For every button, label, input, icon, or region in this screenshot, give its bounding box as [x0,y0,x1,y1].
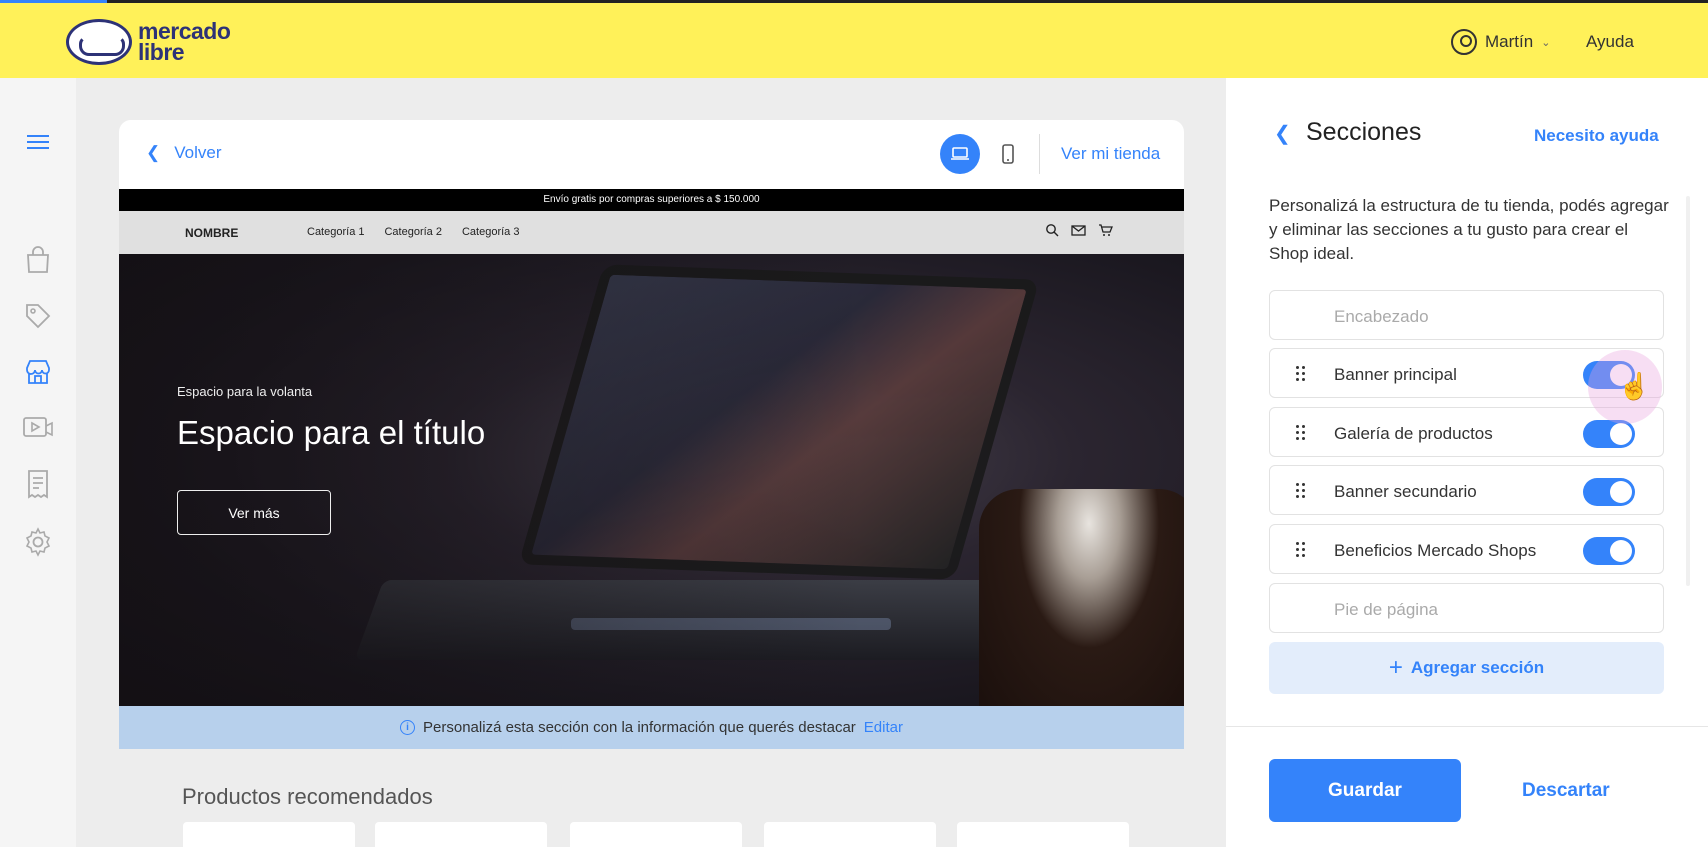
product-card[interactable] [570,822,742,847]
category-link-2[interactable]: Categoría 2 [384,226,441,238]
info-icon: i [400,720,416,735]
user-name: Martín [1485,32,1534,51]
desktop-view-button[interactable] [940,134,980,174]
section-label: Beneficios Mercado Shops [1334,541,1537,560]
menu-icon[interactable] [22,126,54,158]
brand-wordmark: mercado libre [138,20,231,65]
section-row-header: Encabezado [1269,290,1664,340]
cart-icon[interactable] [1098,223,1113,237]
section-info-bar: i Personalizá esta sección con la inform… [119,706,1184,749]
add-section-label: Agregar sección [1410,658,1545,677]
section-label: Pie de página [1334,600,1438,619]
view-store-link[interactable]: Ver mi tienda [1061,144,1160,164]
back-button[interactable]: ❮ Volver [146,143,222,163]
mail-icon[interactable] [1071,223,1086,237]
section-toggle[interactable] [1583,537,1635,565]
chevron-left-icon: ❮ [146,143,161,162]
scrollbar[interactable] [1686,196,1690,586]
shop-navbar: NOMBRE Categoría 1 Categoría 2 Categoría… [119,211,1184,254]
hero-button[interactable]: Ver más [177,490,331,535]
brand-line-2: libre [138,39,185,65]
section-label: Banner principal [1334,365,1457,384]
tag-icon[interactable] [22,300,54,332]
search-icon[interactable] [1045,223,1059,237]
edit-link[interactable]: Editar [864,719,903,736]
plus-icon: + [1388,654,1403,681]
mercadolibre-logo[interactable]: mercado libre [66,19,231,65]
drag-handle-icon[interactable] [1296,425,1306,441]
save-button[interactable]: Guardar [1269,759,1461,822]
laptop-icon [951,147,969,160]
drag-handle-icon[interactable] [1296,483,1306,499]
category-link-3[interactable]: Categoría 3 [462,226,519,238]
shop-name[interactable]: NOMBRE [185,226,238,240]
bag-icon[interactable] [22,244,54,276]
receipt-icon[interactable] [22,468,54,500]
help-link[interactable]: Ayuda [1586,32,1634,52]
left-rail [0,78,76,847]
section-row-benefits[interactable]: Beneficios Mercado Shops [1269,524,1664,574]
recommended-title: Productos recomendados [182,784,433,809]
section-row-secondary-banner[interactable]: Banner secundario [1269,465,1664,515]
drag-handle-icon[interactable] [1296,366,1306,382]
video-icon[interactable] [22,412,54,444]
info-text: Personalizá esta sección con la informac… [423,719,856,736]
section-row-footer: Pie de página [1269,583,1664,633]
section-toggle[interactable] [1583,478,1635,506]
panel-description: Personalizá la estructura de tu tienda, … [1269,196,1669,263]
drag-handle-icon[interactable] [1296,542,1306,558]
panel-back-button[interactable]: ❮ [1274,121,1291,146]
hero-volanta: Espacio para la volanta [177,384,313,399]
header-divider [1039,134,1040,174]
chevron-down-icon: ⌄ [1541,36,1551,49]
product-card[interactable] [375,822,547,847]
store-icon[interactable] [22,356,54,388]
category-menu: Categoría 1 Categoría 2 Categoría 3 [307,226,519,238]
discard-button[interactable]: Descartar [1522,780,1610,802]
panel-title: Secciones [1306,118,1422,146]
hand-cursor-icon: ☝ [1618,371,1651,401]
product-card[interactable] [183,822,355,847]
store-preview: ❮ Volver Ver mi tienda Envío gratis por … [119,120,1184,749]
add-section-button[interactable]: + Agregar sección [1269,642,1664,694]
preview-header: ❮ Volver Ver mi tienda [119,120,1184,189]
shop-nav-icons [1045,223,1113,237]
hero-overlay [119,254,1184,706]
promo-strip: Envío gratis por compras superiores a $ … [119,189,1184,211]
top-bar: mercado libre Martín ⌄ Ayuda [0,0,1708,78]
mobile-view-button[interactable] [988,134,1028,174]
product-card[interactable] [764,822,936,847]
section-label: Galería de productos [1334,424,1493,443]
panel-divider [1226,726,1708,727]
product-card[interactable] [957,822,1129,847]
help-link[interactable]: Necesito ayuda [1534,126,1659,146]
sections-panel: ❮ Secciones Necesito ayuda Personalizá l… [1226,78,1708,847]
section-label: Banner secundario [1334,482,1477,501]
phone-icon [1002,144,1014,164]
category-link-1[interactable]: Categoría 1 [307,226,364,238]
back-label: Volver [174,143,222,162]
gear-icon[interactable] [22,526,54,558]
user-menu[interactable]: Martín ⌄ [1451,29,1550,55]
section-label: Encabezado [1334,307,1429,326]
section-toggle[interactable] [1583,420,1635,448]
loading-progress [0,0,107,3]
hero-title: Espacio para el título [177,414,486,451]
handshake-icon [66,19,132,65]
hero-banner: Espacio para la volanta Espacio para el … [119,254,1184,706]
user-icon [1451,29,1477,55]
